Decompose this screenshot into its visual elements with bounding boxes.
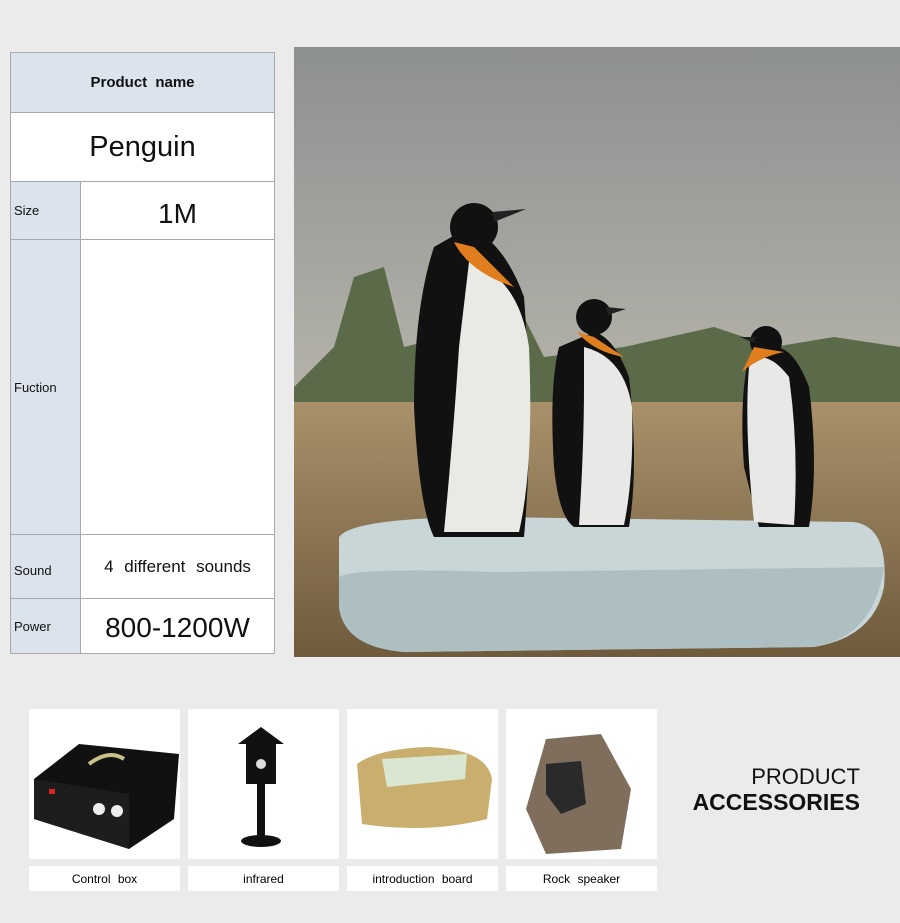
rock-speaker-image: [506, 709, 657, 859]
accessories-title: PRODUCT ACCESSORIES: [640, 764, 860, 816]
infrared-label: infrared: [188, 866, 339, 891]
accessories-title-line2: ACCESSORIES: [692, 789, 860, 815]
spec-table: Product name Penguin Size 1M Fuction Soun…: [10, 52, 275, 654]
function-value: [80, 239, 275, 535]
power-value: 800-1200W: [80, 598, 275, 654]
introduction-board-icon: [357, 747, 492, 828]
rock-speaker-label: Rock speaker: [506, 866, 657, 891]
penguin-product-photo: [294, 47, 900, 657]
control-box-label: Control box: [29, 866, 180, 891]
infrared-sensor-icon: [238, 727, 284, 847]
infrared-image: [188, 709, 339, 859]
product-name-header: Product name: [10, 52, 275, 113]
control-box-icon: [34, 744, 179, 849]
introduction-board-label: introduction board: [347, 866, 498, 891]
rock-speaker-icon: [526, 734, 631, 854]
power-label: Power: [10, 598, 81, 654]
introduction-board-image: [347, 709, 498, 859]
sound-value: 4 different sounds: [80, 534, 275, 599]
control-box-image: [29, 709, 180, 859]
accessories-title-line1: PRODUCT: [751, 764, 860, 789]
size-label: Size: [10, 181, 81, 240]
function-label: Fuction: [10, 239, 81, 535]
size-value: 1M: [80, 181, 275, 240]
product-name-value: Penguin: [10, 112, 275, 182]
sound-label: Sound: [10, 534, 81, 599]
